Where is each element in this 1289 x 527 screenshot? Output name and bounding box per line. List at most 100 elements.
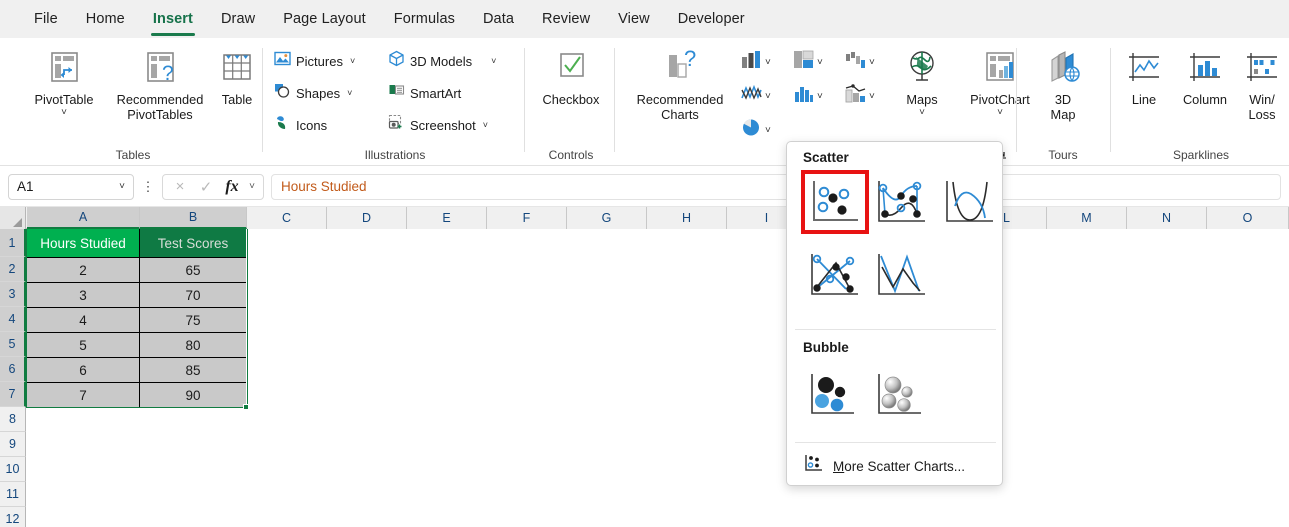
column-header-f[interactable]: F [487, 207, 567, 229]
hierarchy-chart-button[interactable]: ˅ [790, 48, 826, 76]
chevron-down-icon[interactable]: ˅ [350, 56, 355, 66]
line-area-chart-button[interactable]: ˅ [738, 82, 774, 110]
column-header-b[interactable]: B [140, 207, 247, 229]
formula-input[interactable]: Hours Studied [271, 173, 1281, 200]
column-header-e[interactable]: E [407, 207, 487, 229]
chevron-down-icon[interactable]: ˅ [765, 91, 771, 102]
cell-a7[interactable]: 7 [27, 383, 139, 407]
tab-developer[interactable]: Developer [664, 5, 759, 34]
recommended-pivot-tables-button[interactable]: ? Recommended PivotTables [106, 46, 214, 122]
chevron-down-icon[interactable]: ˅ [245, 175, 259, 199]
cell-a2[interactable]: 2 [27, 258, 139, 282]
cell-a6[interactable]: 6 [27, 358, 139, 382]
fill-handle[interactable] [243, 404, 249, 410]
tab-formulas[interactable]: Formulas [380, 5, 469, 34]
cell-b7[interactable]: 90 [140, 383, 246, 407]
cell-a5[interactable]: 5 [27, 333, 139, 357]
tab-draw[interactable]: Draw [207, 5, 269, 34]
bubble-option-3d-bubble[interactable] [871, 365, 933, 423]
pie-doughnut-chart-button[interactable]: ˅ [738, 116, 774, 144]
column-bar-chart-button[interactable]: ˅ [738, 48, 774, 76]
bubble-option-bubble[interactable] [804, 365, 866, 423]
row-header-8[interactable]: 8 [0, 407, 26, 432]
table-button[interactable]: Table [208, 46, 266, 107]
screenshot-button[interactable]: Screenshot ˅ [388, 114, 488, 136]
chevron-down-icon[interactable]: ˅ [869, 57, 875, 68]
cell-a1[interactable]: Hours Studied [27, 229, 139, 257]
tab-review[interactable]: Review [528, 5, 604, 34]
row-header-10[interactable]: 10 [0, 457, 26, 482]
row-header-4[interactable]: 4 [0, 307, 26, 332]
tab-insert[interactable]: Insert [139, 5, 207, 36]
row-header-12[interactable]: 12 [0, 507, 26, 527]
cell-b2[interactable]: 65 [140, 258, 246, 282]
column-header-g[interactable]: G [567, 207, 647, 229]
row-header-9[interactable]: 9 [0, 432, 26, 457]
formula-bar-options-button[interactable]: ⋮ [139, 180, 157, 193]
scatter-option-straight-lines-markers[interactable] [804, 246, 866, 304]
chevron-down-icon[interactable]: ˅ [765, 57, 771, 68]
sparkline-line-button[interactable]: Line [1116, 46, 1172, 107]
shapes-button[interactable]: Shapes ˅ [274, 82, 352, 104]
column-header-h[interactable]: H [647, 207, 727, 229]
chevron-down-icon[interactable]: ˅ [61, 108, 67, 118]
name-box[interactable]: A1 ˅ [8, 173, 134, 200]
chevron-down-icon[interactable]: ˅ [817, 57, 823, 68]
tab-home[interactable]: Home [72, 5, 139, 34]
column-header-n[interactable]: N [1127, 207, 1207, 229]
column-header-c[interactable]: C [247, 207, 327, 229]
cell-a4[interactable]: 4 [27, 308, 139, 332]
pivot-table-button[interactable]: PivotTable ˅ [14, 46, 114, 118]
more-scatter-charts-item[interactable]: More Scatter Charts... [788, 451, 1001, 481]
tab-page-layout[interactable]: Page Layout [269, 5, 380, 34]
row-header-3[interactable]: 3 [0, 282, 26, 307]
3d-models-button[interactable]: 3D Models ˅ [388, 50, 496, 72]
combo-chart-button[interactable]: ˅ [842, 82, 878, 110]
sparkline-win-loss-button[interactable]: Win/ Loss [1238, 46, 1286, 122]
tab-data[interactable]: Data [469, 5, 528, 34]
waterfall-chart-button[interactable]: ˅ [842, 48, 878, 76]
cell-b5[interactable]: 80 [140, 333, 246, 357]
cell-b4[interactable]: 75 [140, 308, 246, 332]
3d-map-button[interactable]: 3D Map [1022, 46, 1104, 122]
scatter-option-smooth-lines[interactable] [939, 173, 1001, 231]
statistic-chart-button[interactable]: ˅ [790, 82, 826, 110]
row-header-2[interactable]: 2 [0, 257, 26, 282]
column-header-o[interactable]: O [1207, 207, 1289, 229]
chevron-down-icon[interactable]: ˅ [483, 120, 488, 130]
chevron-down-icon[interactable]: ˅ [119, 181, 125, 192]
row-header-11[interactable]: 11 [0, 482, 26, 507]
scatter-option-straight-lines[interactable] [871, 246, 933, 304]
row-header-5[interactable]: 5 [0, 332, 26, 357]
scatter-option-smooth-lines-markers[interactable] [871, 173, 933, 231]
recommended-charts-button[interactable]: ? Recommended Charts [620, 46, 740, 122]
insert-function-button[interactable]: fx [219, 175, 245, 199]
confirm-entry-button[interactable]: ✓ [193, 175, 219, 199]
column-header-m[interactable]: M [1047, 207, 1127, 229]
column-header-d[interactable]: D [327, 207, 407, 229]
smartart-button[interactable]: SmartArt [388, 82, 461, 104]
cell-b6[interactable]: 85 [140, 358, 246, 382]
chevron-down-icon[interactable]: ˅ [347, 88, 352, 98]
column-header-a[interactable]: A [27, 207, 140, 229]
chevron-down-icon[interactable]: ˅ [869, 91, 875, 102]
chevron-down-icon[interactable]: ˅ [765, 125, 771, 136]
row-header-7[interactable]: 7 [0, 382, 26, 407]
chevron-down-icon[interactable]: ˅ [919, 108, 925, 118]
tab-view[interactable]: View [604, 5, 664, 34]
scatter-option-scatter[interactable] [801, 170, 869, 234]
pictures-button[interactable]: Pictures ˅ [274, 50, 355, 72]
row-header-6[interactable]: 6 [0, 357, 26, 382]
tab-file[interactable]: File [20, 5, 72, 34]
cell-a3[interactable]: 3 [27, 283, 139, 307]
select-all-corner[interactable] [0, 207, 26, 229]
chevron-down-icon[interactable]: ˅ [817, 91, 823, 102]
cancel-entry-button[interactable]: × [167, 175, 193, 199]
cell-b3[interactable]: 70 [140, 283, 246, 307]
sparkline-column-button[interactable]: Column [1170, 46, 1240, 107]
row-header-1[interactable]: 1 [0, 229, 26, 257]
chevron-down-icon[interactable]: ˅ [491, 56, 496, 66]
chevron-down-icon[interactable]: ˅ [997, 108, 1003, 118]
cell-b1[interactable]: Test Scores [140, 229, 246, 257]
maps-button[interactable]: Maps ˅ [892, 46, 952, 118]
